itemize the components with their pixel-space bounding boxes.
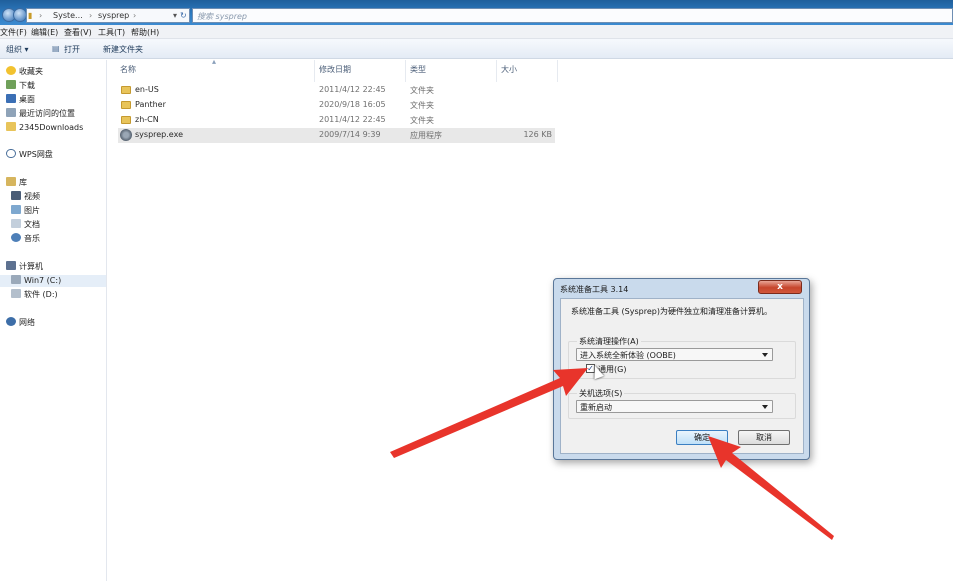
organize-button[interactable]: 组织 ▾ <box>6 44 29 55</box>
folder-icon: ▮ <box>28 11 33 20</box>
dropdown-icon[interactable]: ▾ <box>173 11 177 20</box>
menu-file[interactable]: 文件(F) <box>0 27 27 38</box>
music-icon <box>11 233 21 242</box>
menu-bar: 文件(F) 编辑(E) 查看(V) 工具(T) 帮助(H) <box>0 25 953 39</box>
menu-view[interactable]: 查看(V) <box>64 27 92 38</box>
nav-downloads[interactable]: 下载 <box>6 80 35 92</box>
column-separator[interactable] <box>314 60 315 82</box>
nav-wps[interactable]: WPS网盘 <box>6 149 53 161</box>
computer-icon <box>6 261 16 270</box>
ok-button[interactable]: 确定 <box>676 430 728 445</box>
refresh-icon[interactable]: ↻ <box>180 11 187 20</box>
nav-2345downloads[interactable]: 2345Downloads <box>6 122 83 134</box>
file-date: 2011/4/12 22:45 <box>319 115 386 124</box>
address-field[interactable]: ▮ › Syste... › sysprep › ▾ ↻ <box>26 8 190 23</box>
drive-icon <box>11 275 21 284</box>
file-size: 126 KB <box>523 130 552 139</box>
document-icon <box>11 219 21 228</box>
dropdown-arrow-icon <box>762 353 768 357</box>
drive-icon <box>11 289 21 298</box>
column-separator[interactable] <box>496 60 497 82</box>
chevron-right-icon: › <box>133 11 137 20</box>
folder-icon <box>121 116 131 124</box>
file-type: 文件夹 <box>410 116 434 125</box>
file-type: 文件夹 <box>410 86 434 95</box>
file-type: 文件夹 <box>410 101 434 110</box>
file-date: 2009/7/14 9:39 <box>319 130 381 139</box>
column-header-name[interactable]: 名称 <box>120 64 136 75</box>
file-row[interactable]: Panther 2020/9/18 16:05 文件夹 <box>118 98 555 113</box>
folder-icon <box>121 101 131 109</box>
open-icon: ▤ <box>52 44 60 53</box>
file-name: Panther <box>135 100 166 109</box>
picture-icon <box>11 205 21 214</box>
column-header-type[interactable]: 类型 <box>410 64 426 75</box>
video-icon <box>11 191 21 200</box>
cancel-button[interactable]: 取消 <box>738 430 790 445</box>
column-header-size[interactable]: 大小 <box>501 64 517 75</box>
cloud-icon <box>6 149 16 158</box>
command-bar: 组织 ▾ ▤ 打开 新建文件夹 <box>0 39 953 59</box>
nav-favorites[interactable]: 收藏夹 <box>6 66 43 78</box>
file-name: sysprep.exe <box>135 130 183 139</box>
nav-pictures[interactable]: 图片 <box>11 205 40 217</box>
dialog-description: 系统准备工具 (Sysprep)为硬件独立和清理准备计算机。 <box>571 307 772 316</box>
search-placeholder: 搜索 sysprep <box>197 12 247 21</box>
open-button[interactable]: 打开 <box>64 44 80 55</box>
column-separator[interactable] <box>405 60 406 82</box>
breadcrumb-item[interactable]: Syste... <box>53 11 83 20</box>
folder-icon <box>121 86 131 94</box>
file-date: 2011/4/12 22:45 <box>319 85 386 94</box>
dropdown-arrow-icon <box>762 405 768 409</box>
column-separator[interactable] <box>557 60 558 82</box>
chevron-right-icon: › <box>39 11 43 20</box>
breadcrumb-item[interactable]: sysprep <box>98 11 129 20</box>
menu-edit[interactable]: 编辑(E) <box>31 27 58 38</box>
file-date: 2020/9/18 16:05 <box>319 100 386 109</box>
dialog-title: 系统准备工具 3.14 <box>560 285 629 294</box>
folder-icon <box>6 122 16 131</box>
shutdown-select[interactable]: 重新启动 <box>576 400 773 413</box>
file-name: en-US <box>135 85 159 94</box>
nav-desktop[interactable]: 桌面 <box>6 94 35 106</box>
navigation-pane: 收藏夹 下载 桌面 最近访问的位置 2345Downloads WPS网盘 库 … <box>0 60 107 581</box>
close-button[interactable]: x <box>758 280 802 294</box>
chevron-right-icon: › <box>89 11 93 20</box>
nav-music[interactable]: 音乐 <box>11 233 40 245</box>
file-row[interactable]: sysprep.exe 2009/7/14 9:39 应用程序 126 KB <box>118 128 555 143</box>
download-icon <box>6 80 16 89</box>
file-type: 应用程序 <box>410 131 442 140</box>
forward-button[interactable] <box>13 8 27 22</box>
sort-arrow-icon: ▴ <box>212 57 217 66</box>
desktop-icon <box>6 94 16 103</box>
cleanup-select[interactable]: 进入系统全新体验 (OOBE) <box>576 348 773 361</box>
file-name: zh-CN <box>135 115 159 124</box>
nav-recent[interactable]: 最近访问的位置 <box>6 108 75 120</box>
file-row[interactable]: zh-CN 2011/4/12 22:45 文件夹 <box>118 113 555 128</box>
network-icon <box>6 317 16 326</box>
file-row[interactable]: en-US 2011/4/12 22:45 文件夹 <box>118 83 555 98</box>
star-icon <box>6 66 16 75</box>
new-folder-button[interactable]: 新建文件夹 <box>103 44 143 55</box>
library-icon <box>6 177 16 186</box>
nav-network[interactable]: 网络 <box>6 317 35 329</box>
column-header-date[interactable]: 修改日期 <box>319 64 351 75</box>
shutdown-label: 关机选项(S) <box>577 388 625 399</box>
nav-computer[interactable]: 计算机 <box>6 261 43 273</box>
cleanup-label: 系统清理操作(A) <box>577 336 641 347</box>
application-icon <box>120 129 132 141</box>
nav-win7-drive[interactable]: Win7 (C:) <box>0 275 106 287</box>
search-input[interactable]: 搜索 sysprep <box>192 8 953 23</box>
address-bar: ▮ › Syste... › sysprep › ▾ ↻ 搜索 sysprep <box>0 0 953 25</box>
nav-video[interactable]: 视频 <box>11 191 40 203</box>
menu-tools[interactable]: 工具(T) <box>98 27 125 38</box>
nav-documents[interactable]: 文档 <box>11 219 40 231</box>
nav-software-drive[interactable]: 软件 (D:) <box>11 289 58 301</box>
nav-library[interactable]: 库 <box>6 177 27 189</box>
recent-icon <box>6 108 16 117</box>
menu-help[interactable]: 帮助(H) <box>131 27 159 38</box>
